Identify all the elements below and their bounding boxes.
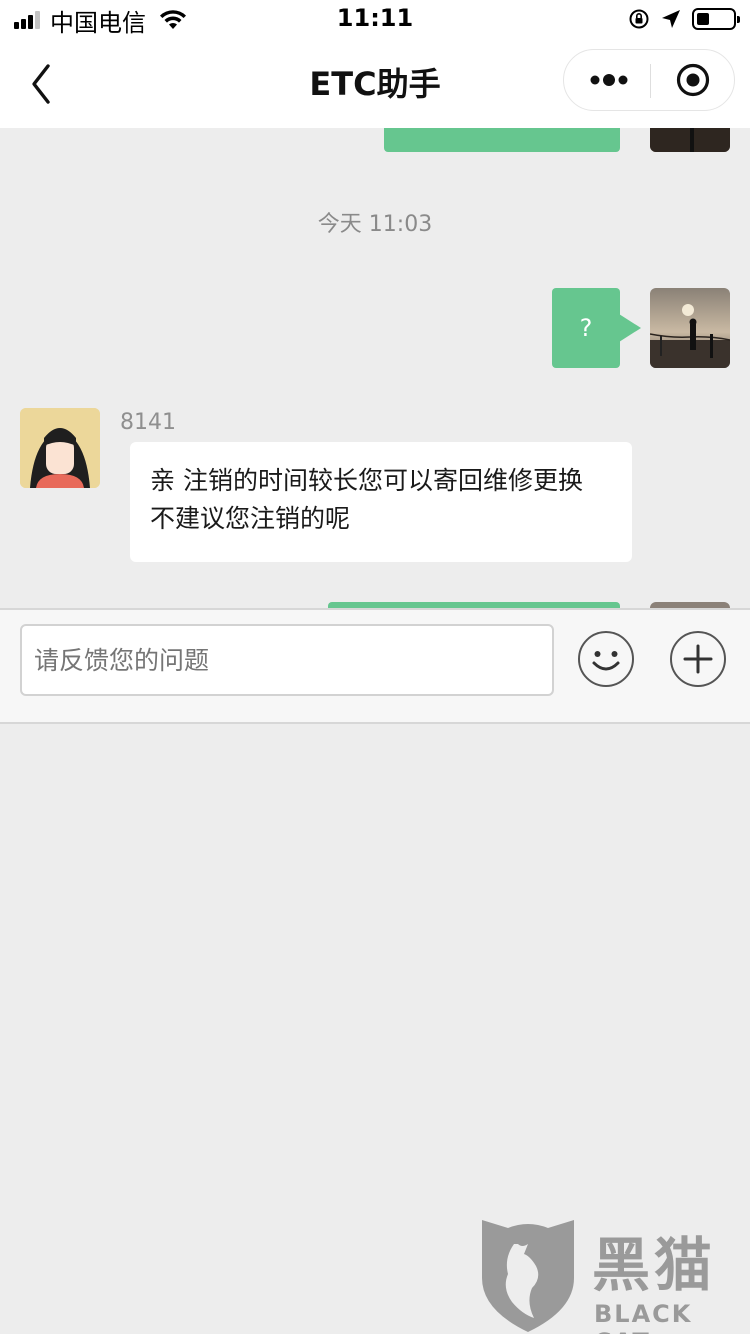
watermark-chinese: 黑猫 (592, 1231, 717, 1299)
self-avatar[interactable] (650, 288, 730, 368)
capsule-divider (650, 64, 651, 98)
self-avatar[interactable] (650, 128, 730, 152)
feedback-input[interactable] (20, 624, 554, 696)
status-bar: 中国电信 11:11 (0, 0, 750, 40)
self-message-bubble[interactable]: ? (552, 288, 641, 368)
more-dots-icon[interactable] (588, 67, 630, 93)
status-right (628, 8, 740, 30)
self-message-text: ? (579, 314, 593, 342)
watermark-english: BLACK CAT (594, 1300, 693, 1334)
battery-icon (692, 8, 740, 30)
black-cat-watermark: 黑猫 BLACK CAT (478, 1214, 750, 1334)
mini-program-capsule (563, 49, 735, 111)
location-arrow-icon (662, 10, 680, 28)
agent-message-bubble[interactable]: 亲 注销的时间较长您可以寄回维修更换 不建议您注销的呢 (130, 442, 632, 562)
previous-message-bubble[interactable] (384, 128, 620, 152)
agent-message-text: 亲 注销的时间较长您可以寄回维修更换 不建议您注销的呢 (150, 466, 583, 533)
target-circle-icon[interactable] (676, 63, 710, 97)
battery-fill (697, 13, 709, 25)
agent-name: 8141 (120, 410, 176, 435)
bubble-tail (619, 314, 641, 342)
nav-bar: ETC助手 (0, 40, 750, 128)
input-bar (0, 608, 750, 724)
chat-area[interactable]: 今天 11:03 ? 8141 亲 注销的时间较长您可以寄回维修更换 不建议您注… (0, 128, 750, 608)
plus-icon[interactable] (669, 630, 727, 688)
agent-avatar[interactable] (20, 408, 100, 488)
cat-shield-logo-icon (482, 1220, 574, 1332)
emoji-icon[interactable] (577, 630, 635, 688)
rotation-lock-icon (629, 9, 649, 29)
screen: 中国电信 11:11 ETC助手 今天 11:03 ? 8141 亲 注销的时间… (0, 0, 750, 1334)
chat-timestamp: 今天 11:03 (317, 212, 433, 237)
